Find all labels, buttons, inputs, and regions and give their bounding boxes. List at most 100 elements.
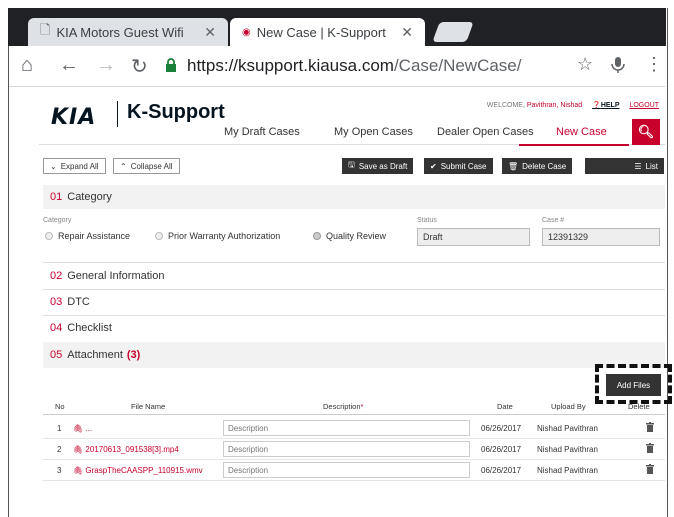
radio-label: Repair Assistance — [58, 231, 131, 241]
column-header-delete: Delete — [628, 402, 650, 411]
delete-file-icon[interactable] — [646, 464, 654, 474]
section-title: Attachment — [67, 349, 123, 361]
tab-title: KIA Motors Guest Wifi — [56, 24, 184, 40]
collapse-icon: ⌃ — [120, 161, 127, 171]
list-button[interactable]: ☰ List — [585, 158, 664, 174]
back-icon[interactable]: ← — [59, 54, 79, 77]
save-icon: 🖫 — [348, 160, 355, 169]
uploaded-by: Nishad Pavithran — [537, 466, 598, 475]
description-input[interactable] — [223, 441, 470, 457]
url-path: /Case/NewCase/ — [393, 56, 522, 75]
kia-favicon-icon: ◉ — [242, 26, 251, 38]
radio-prior-warranty[interactable]: Prior Warranty Authorization — [155, 231, 280, 241]
radio-label: Quality Review — [326, 231, 387, 241]
column-header-date: Date — [497, 402, 513, 411]
required-marker: * — [360, 402, 364, 411]
menu-icon[interactable]: ⋮ — [645, 54, 663, 75]
row-number: 1 — [57, 424, 62, 433]
table-header-divider — [43, 414, 665, 415]
divider — [43, 262, 665, 263]
status-field: Draft — [417, 228, 530, 246]
microphone-icon[interactable] — [611, 56, 625, 74]
tab-close-icon[interactable]: ✕ — [204, 24, 216, 41]
section-number: 03 — [50, 296, 63, 308]
section-number: 04 — [50, 322, 63, 334]
paperclip-icon: 🖇 — [73, 424, 84, 433]
browser-toolbar: ⌂ ← → ↻ https://ksupport.kiausa.com/Case… — [9, 46, 665, 87]
status-label: Status — [417, 217, 437, 224]
radio-label: Prior Warranty Authorization — [168, 231, 281, 241]
section-attachment-header[interactable]: 05 Attachment (3) — [43, 342, 665, 368]
description-header-label: Description — [323, 402, 361, 411]
column-header-upload-by: Upload By — [551, 402, 586, 411]
radio-quality-review[interactable]: Quality Review — [313, 231, 386, 241]
nav-active-indicator — [519, 144, 629, 146]
user-name[interactable]: Pavithran, Nishad — [527, 102, 582, 109]
section-general-information-header[interactable]: 02 General Information — [43, 264, 665, 288]
case-number-field: 12391329 — [542, 228, 660, 246]
nav-my-draft-cases[interactable]: My Draft Cases — [224, 126, 300, 138]
upload-date: 06/26/2017 — [481, 445, 522, 454]
collapse-all-label: Collapse All — [130, 161, 173, 171]
tab-new-case[interactable]: ◉ New Case | K-Support ✕ — [230, 18, 425, 46]
save-draft-label: Save as Draft — [358, 161, 408, 171]
section-title: General Information — [67, 270, 165, 282]
case-number-label: Case # — [542, 217, 565, 224]
k-support-logo[interactable]: K-Support — [127, 101, 225, 124]
submit-case-button[interactable]: ✔ Submit Case — [424, 158, 493, 174]
delete-file-icon[interactable] — [646, 422, 654, 432]
description-input[interactable] — [223, 420, 470, 436]
help-label: HELP — [600, 102, 620, 109]
section-checklist-header[interactable]: 04 Checklist — [43, 316, 665, 340]
file-link[interactable]: 🖇 20170613_091538[3].mp4 — [73, 445, 179, 454]
column-header-file-name: File Name — [131, 402, 166, 411]
uploaded-by: Nishad Pavithran — [537, 424, 598, 433]
section-number: 01 — [50, 191, 63, 203]
search-icon: 🔍︎ — [637, 124, 655, 139]
new-tab-button[interactable] — [432, 22, 474, 42]
column-header-no: No — [55, 402, 65, 411]
category-label: Category — [43, 217, 72, 224]
table-row: 1 🖇 ... 06/26/2017 Nishad Pavithran — [43, 418, 665, 439]
section-title: Category — [67, 191, 112, 203]
column-header-description: Description* — [323, 402, 363, 411]
address-bar[interactable]: https://ksupport.kiausa.com/Case/NewCase… — [187, 56, 522, 76]
tab-kia-guest-wifi[interactable]: 🗋 KIA Motors Guest Wifi ✕ — [28, 18, 228, 46]
delete-file-icon[interactable] — [646, 443, 654, 453]
forward-icon[interactable]: → — [96, 54, 116, 77]
uploaded-by: Nishad Pavithran — [537, 445, 598, 454]
expand-all-label: Expand All — [60, 161, 99, 171]
search-button[interactable]: 🔍︎ — [632, 119, 660, 145]
tab-close-icon[interactable]: ✕ — [401, 24, 413, 41]
url-domain: https://ksupport.kiausa.com — [187, 56, 394, 75]
save-draft-button[interactable]: 🖫 Save as Draft — [342, 158, 414, 174]
section-category-header[interactable]: 01 Category — [43, 185, 665, 209]
file-link[interactable]: 🖇 ... — [73, 424, 92, 433]
table-row: 2 🖇 20170613_091538[3].mp4 06/26/2017 Ni… — [43, 439, 665, 460]
delete-case-button[interactable]: 🗑 Delete Case — [502, 158, 573, 174]
lock-icon — [166, 58, 176, 72]
list-icon: ☰ — [634, 161, 642, 171]
page-icon: 🗋 — [40, 22, 51, 37]
user-bar: WELCOME, Pavithran, Nishad ❓HELP LOGOUT — [487, 101, 659, 109]
delete-label: Delete Case — [522, 161, 567, 171]
logout-link[interactable]: LOGOUT — [629, 102, 659, 109]
nav-new-case[interactable]: New Case — [556, 126, 607, 138]
radio-repair-assistance[interactable]: Repair Assistance — [45, 231, 130, 241]
nav-my-open-cases[interactable]: My Open Cases — [334, 126, 413, 138]
reload-icon[interactable]: ↻ — [131, 54, 148, 79]
collapse-all-button[interactable]: ⌃ Collapse All — [113, 158, 180, 174]
case-action-bar: ⌄ Expand All ⌃ Collapse All 🖫 Save as Draft… — [43, 158, 665, 178]
bookmark-star-icon[interactable]: ☆ — [577, 54, 593, 75]
category-panel: Category Repair Assistance Prior Warrant… — [43, 211, 665, 261]
nav-dealer-open-cases[interactable]: Dealer Open Cases — [437, 126, 534, 138]
section-dtc-header[interactable]: 03 DTC — [43, 290, 665, 314]
help-link[interactable]: ❓HELP — [592, 102, 619, 109]
file-link[interactable]: 🖇 GraspTheCAASPP_110915.wmv — [73, 466, 203, 475]
expand-all-button[interactable]: ⌄ Expand All — [43, 158, 106, 174]
upload-date: 06/26/2017 — [481, 466, 522, 475]
home-icon[interactable]: ⌂ — [21, 54, 33, 77]
description-input[interactable] — [223, 462, 470, 478]
paperclip-icon: 🖇 — [73, 445, 84, 454]
section-title: Checklist — [67, 322, 112, 334]
